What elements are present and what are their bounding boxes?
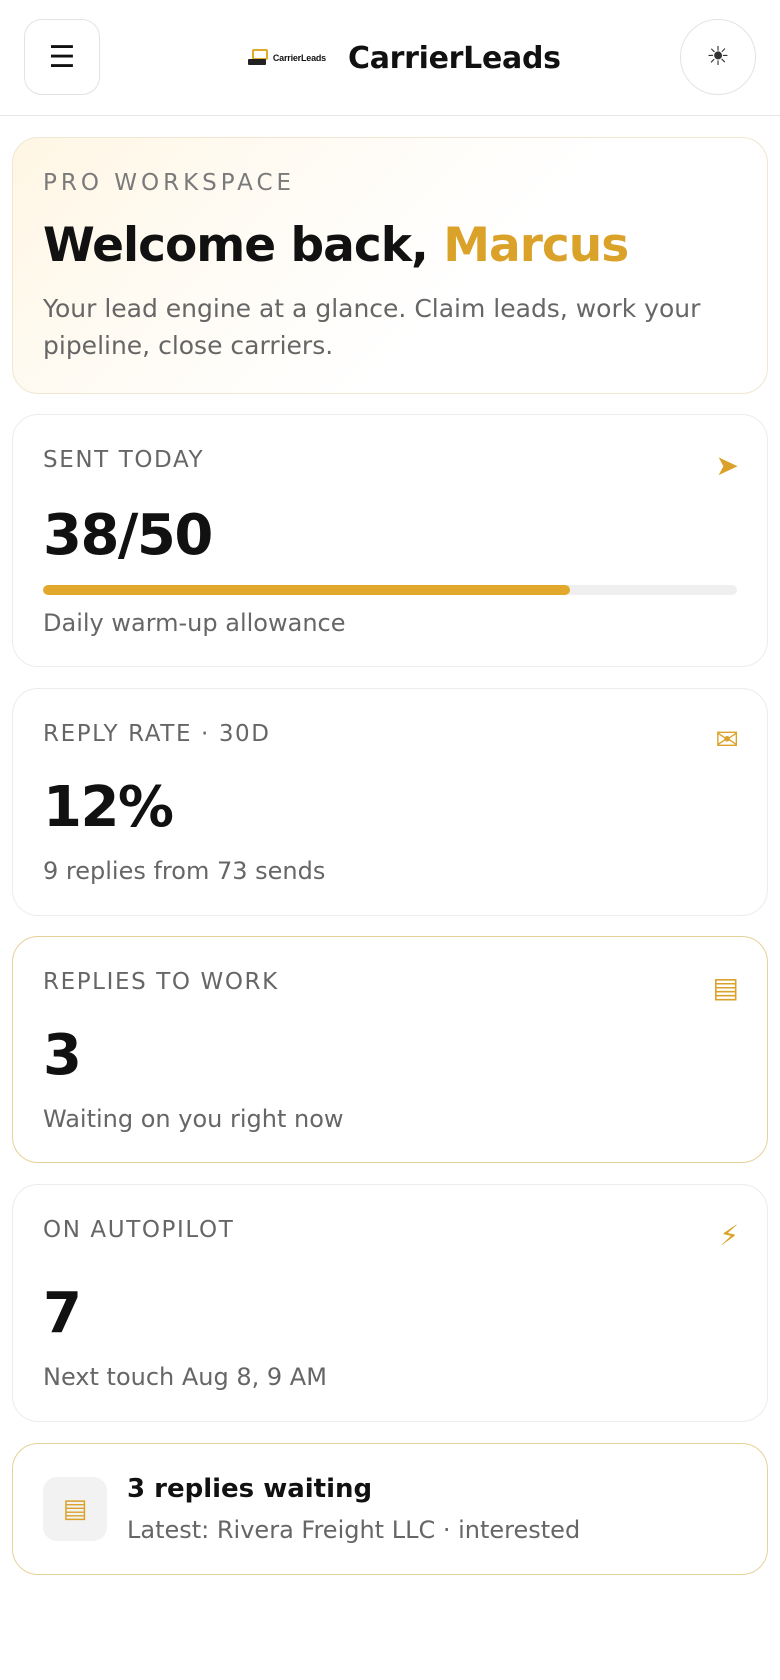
stat-card-replies-to-work[interactable]: REPLIES TO WORK ▤ 3 Waiting on you right… [12, 936, 768, 1163]
stat-value: 3 [43, 1023, 82, 1088]
menu-button[interactable]: ☰ [24, 19, 100, 95]
brand-logo-text: CarrierLeads [272, 53, 326, 63]
lightning-icon: ⚡ [719, 1219, 739, 1252]
theme-toggle-button[interactable]: ☀ [680, 19, 756, 95]
welcome-card: PRO WORKSPACE Welcome back, Marcus Your … [12, 137, 768, 394]
inbox-icon: ▤ [43, 1477, 107, 1541]
workspace-label: PRO WORKSPACE [43, 170, 296, 196]
hamburger-menu-icon: ☰ [48, 39, 76, 75]
welcome-subtitle: Your lead engine at a glance. Claim lead… [43, 294, 701, 360]
stat-caption: Daily warm-up allowance [43, 609, 346, 637]
stat-value: 12% [43, 775, 174, 840]
daily-progress-bar [43, 585, 737, 595]
stat-label: REPLIES TO WORK [43, 969, 279, 995]
stat-value: 38/50 [43, 503, 213, 568]
stat-label: SENT TODAY [43, 447, 205, 473]
stat-caption: 9 replies from 73 sends [43, 857, 326, 885]
stat-label: ON AUTOPILOT [43, 1217, 235, 1243]
top-app-bar: ☰ CarrierLeads CarrierLeads ☀ [0, 0, 780, 116]
brand[interactable]: CarrierLeads CarrierLeads [248, 30, 561, 86]
stat-value: 7 [43, 1281, 82, 1346]
envelope-icon: ✉ [715, 723, 739, 756]
stat-label: REPLY RATE · 30D [43, 721, 271, 747]
inbox-icon: ▤ [712, 971, 739, 1004]
stat-caption: Next touch Aug 8, 9 AM [43, 1363, 327, 1391]
brand-logo: CarrierLeads [248, 38, 326, 78]
replies-waiting-banner[interactable]: ▤ 3 replies waiting Latest: Rivera Freig… [12, 1443, 768, 1575]
stat-card-autopilot[interactable]: ON AUTOPILOT ⚡ 7 Next touch Aug 8, 9 AM [12, 1184, 768, 1422]
banner-subtitle: Latest: Rivera Freight LLC · interested [127, 1516, 581, 1544]
banner-title: 3 replies waiting [127, 1474, 373, 1504]
welcome-heading: Welcome back, Marcus [43, 218, 629, 273]
brand-name: CarrierLeads [348, 40, 561, 76]
truck-logo-icon [248, 49, 270, 67]
welcome-greeting: Welcome back, [43, 218, 444, 273]
stat-card-reply-rate[interactable]: REPLY RATE · 30D ✉ 12% 9 replies from 73… [12, 688, 768, 916]
send-icon: ➤ [715, 449, 739, 482]
stat-caption: Waiting on you right now [43, 1105, 344, 1133]
daily-progress-fill [43, 585, 571, 595]
sun-icon: ☀ [706, 42, 730, 72]
stat-card-sent-today[interactable]: SENT TODAY ➤ 38/50 Daily warm-up allowan… [12, 414, 768, 667]
user-name: Marcus [443, 218, 629, 273]
